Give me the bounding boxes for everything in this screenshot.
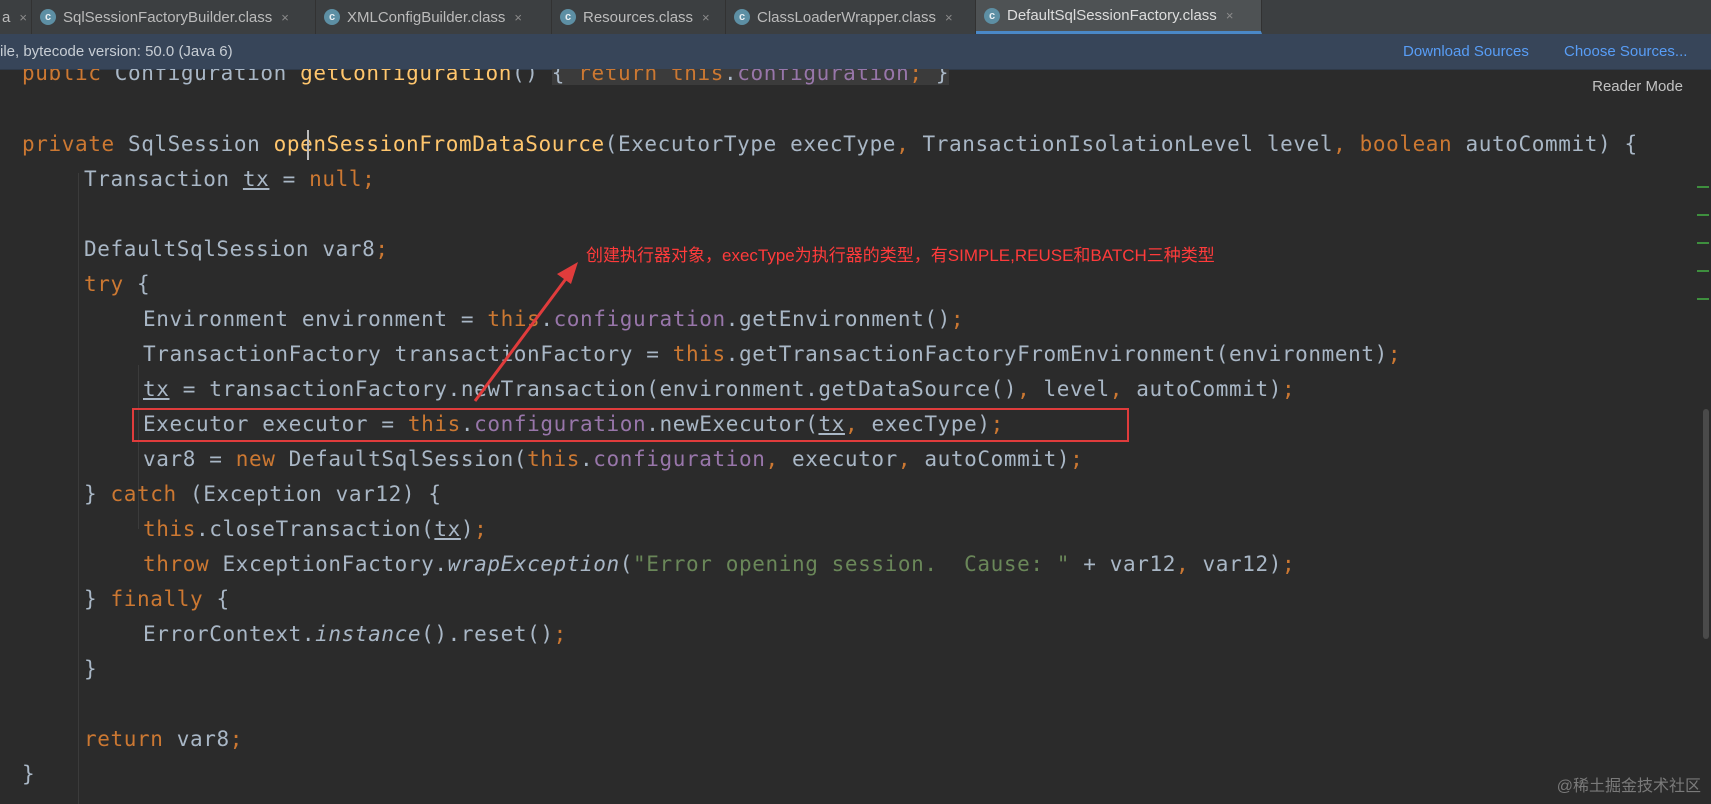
change-marker	[1697, 270, 1709, 272]
notice-message: ile, bytecode version: 50.0 (Java 6)	[0, 43, 233, 60]
tab-label: SqlSessionFactoryBuilder.class	[63, 8, 273, 26]
class-file-icon: c	[560, 9, 576, 25]
tab-defaultsqlsessionfactory[interactable]: c DefaultSqlSessionFactory.class ×	[976, 0, 1262, 34]
tab-label: DefaultSqlSessionFactory.class	[1007, 7, 1217, 24]
watermark: @稀土掘金技术社区	[1556, 778, 1701, 795]
tab-resources[interactable]: c Resources.class ×	[552, 0, 726, 34]
class-file-icon: c	[40, 9, 56, 25]
code-editor[interactable]: Reader Mode public Configuration getConf…	[0, 69, 1711, 804]
class-file-icon: c	[984, 7, 1000, 24]
change-marker	[1697, 298, 1709, 300]
tab-partial[interactable]: a ×	[0, 0, 32, 34]
class-file-icon: c	[734, 9, 750, 25]
tab-label: a	[2, 8, 11, 26]
change-marker	[1697, 242, 1709, 244]
close-icon[interactable]: ×	[945, 10, 953, 25]
download-sources-link[interactable]: Download Sources	[1403, 43, 1529, 60]
editor-tab-bar: a × c SqlSessionFactoryBuilder.class × c…	[0, 0, 1711, 35]
close-icon[interactable]: ×	[514, 10, 522, 25]
close-icon[interactable]: ×	[19, 10, 27, 25]
close-icon[interactable]: ×	[281, 10, 289, 25]
tab-sqlsessionfactorybuilder[interactable]: c SqlSessionFactoryBuilder.class ×	[32, 0, 316, 34]
class-file-icon: c	[324, 9, 340, 25]
change-marker	[1697, 214, 1709, 216]
decompiled-notice-bar: ile, bytecode version: 50.0 (Java 6) Dow…	[0, 34, 1711, 70]
tab-classloaderwrapper[interactable]: c ClassLoaderWrapper.class ×	[726, 0, 976, 34]
close-icon[interactable]: ×	[1226, 8, 1234, 23]
tab-xmlconfigbuilder[interactable]: c XMLConfigBuilder.class ×	[316, 0, 552, 34]
vertical-scrollbar[interactable]	[1703, 409, 1709, 639]
choose-sources-link[interactable]: Choose Sources...	[1564, 43, 1687, 60]
tab-label: XMLConfigBuilder.class	[347, 8, 506, 26]
close-icon[interactable]: ×	[702, 10, 710, 25]
annotation-arrow-icon	[473, 262, 578, 402]
tab-label: Resources.class	[583, 8, 694, 26]
annotation-text: 创建执行器对象，execType为执行器的类型，有SIMPLE,REUSE和BA…	[586, 246, 1215, 265]
tab-label: ClassLoaderWrapper.class	[757, 8, 936, 26]
change-marker	[1697, 186, 1709, 188]
